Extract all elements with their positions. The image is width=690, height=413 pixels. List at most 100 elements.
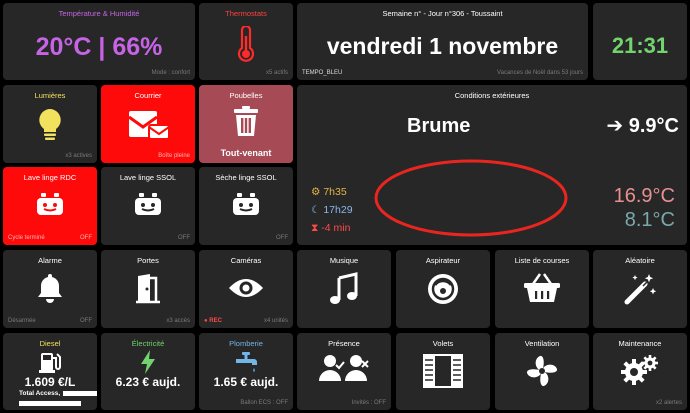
electricity-card[interactable]: Électricité 6.23 € aujd. <box>101 333 195 410</box>
card-title: Conditions extérieures <box>454 91 530 100</box>
card-footer: x5 actifs <box>265 70 288 76</box>
daylight-delta: -4 min <box>321 222 351 234</box>
plumbing-card[interactable]: Plomberie 1.65 € aujd. Ballon ECS : OFF <box>199 333 293 410</box>
temperature-min: 8.1°C <box>624 209 675 231</box>
card-title: Courrier <box>134 91 162 100</box>
card-footer: x3 actives <box>65 153 92 159</box>
shopping-basket-icon <box>524 273 560 302</box>
card-title: Alarme <box>38 256 62 265</box>
card-footer: OFF <box>276 235 288 241</box>
holiday-countdown: Vacances de Noël dans 53 jours <box>497 70 583 76</box>
presence-users-icon <box>319 355 369 381</box>
diesel-price: 1.609 €/L <box>24 375 76 389</box>
mailbox-icon <box>128 111 170 140</box>
mail-card[interactable]: Courrier Boîte pleine <box>101 85 195 163</box>
temperature-humidity-card[interactable]: Température & Humidité 20°C | 66% Mode :… <box>3 3 195 80</box>
tempo-label: TEMPO_BLEU <box>302 70 343 76</box>
card-title: Électricité <box>131 339 165 348</box>
dryer-ssol-card[interactable]: Sèche linge SSOL OFF <box>199 167 293 245</box>
card-footer-status: Cycle terminé <box>8 235 45 241</box>
card-title: Lave linge SSOL <box>119 173 177 182</box>
card-title: Portes <box>137 256 159 265</box>
washer-rdc-card[interactable]: Lave linge RDC Cycle terminé OFF <box>3 167 97 245</box>
alarm-card[interactable]: Alarme Désarmée OFF <box>3 250 97 328</box>
music-note-icon <box>330 272 358 304</box>
card-title: Lumières <box>34 91 66 100</box>
trash-type-label: Tout-venant <box>220 148 272 158</box>
electricity-cost: 6.23 € aujd. <box>115 375 181 389</box>
gears-icon <box>621 355 658 385</box>
card-footer: x2 alertes <box>655 400 682 406</box>
sunrise-row: ⚙ 7h35 <box>311 186 347 198</box>
cameras-card[interactable]: Caméras ● REC x4 unités <box>199 250 293 328</box>
sunset-row: ☾ 17h29 <box>311 204 353 216</box>
card-title: Plomberie <box>229 339 263 348</box>
card-title: Sèche linge SSOL <box>215 173 277 182</box>
current-temperature-group: ➔ 9.9°C <box>606 113 679 138</box>
card-title: Température & Humidité <box>58 9 140 18</box>
card-footer: Boîte pleine <box>158 153 190 159</box>
trash-card[interactable]: Poubelles Tout-venant <box>199 85 293 163</box>
date-card: Semaine n° - Jour n°306 - Toussaint vend… <box>297 3 588 80</box>
vacuum-card[interactable]: Aspirateur <box>396 250 490 328</box>
card-title: Présence <box>328 339 360 348</box>
card-title: Poubelles <box>229 91 263 100</box>
temperature-humidity-value: 20°C | 66% <box>35 33 163 61</box>
diesel-station-name: Total Access, <box>19 390 61 397</box>
card-footer-power: OFF <box>80 318 92 324</box>
magic-wand-icon <box>624 274 657 305</box>
card-title: Caméras <box>230 256 262 265</box>
card-title: Musique <box>329 256 359 265</box>
card-title: Diesel <box>39 339 61 348</box>
diesel-station: Total Access, <box>19 390 97 397</box>
washing-machine-icon <box>135 193 161 215</box>
random-card[interactable]: Aléatoire <box>593 250 687 328</box>
date-subtitle: Semaine n° - Jour n°306 - Toussaint <box>382 9 503 18</box>
ventilation-card[interactable]: Ventilation <box>495 333 589 410</box>
washer-ssol-card[interactable]: Lave linge SSOL OFF <box>101 167 195 245</box>
card-title: Aspirateur <box>425 256 461 265</box>
shopping-list-card[interactable]: Liste de courses <box>495 250 589 328</box>
weather-card[interactable]: Conditions extérieures Brume ➔ 9.9°C ⚙ 7… <box>297 85 687 245</box>
card-title: Volets <box>432 339 454 348</box>
card-title: Liste de courses <box>514 256 570 265</box>
lightning-bolt-icon <box>141 350 155 374</box>
presence-card[interactable]: Présence Invités : OFF <box>297 333 391 410</box>
card-title: Thermostats <box>225 9 267 18</box>
maintenance-card[interactable]: Maintenance x2 alertes <box>593 333 687 410</box>
music-card[interactable]: Musique <box>297 250 391 328</box>
weather-condition: Brume <box>407 115 471 137</box>
hourglass-icon: ⧗ <box>311 222 319 234</box>
card-footer: x3 accès <box>166 318 190 324</box>
moon-icon: ☾ <box>311 204 321 216</box>
shutters-card[interactable]: Volets <box>396 333 490 410</box>
bell-icon <box>38 274 62 303</box>
eye-icon <box>229 279 263 297</box>
redaction-bar-2 <box>19 401 81 406</box>
card-title: Ventilation <box>524 339 560 348</box>
sun-icon: ⚙ <box>311 186 321 198</box>
card-footer: OFF <box>178 235 190 241</box>
record-dot-icon: ● <box>204 318 208 324</box>
thermometer-icon <box>237 26 255 62</box>
diesel-card[interactable]: Diesel 1.609 €/L Total Access, <box>3 333 97 410</box>
date-value: vendredi 1 novembre <box>326 33 559 59</box>
fan-icon <box>526 355 558 387</box>
clock-time: 21:31 <box>611 33 669 58</box>
thermostats-card[interactable]: Thermostats x5 actifs <box>199 3 293 80</box>
wind-arrow-icon: ➔ <box>606 115 624 137</box>
doors-card[interactable]: Portes x3 accès <box>101 250 195 328</box>
card-footer: Ballon ECS : OFF <box>240 400 288 406</box>
sunset-time: 17h29 <box>323 204 353 216</box>
card-title: Lave linge RDC <box>23 173 77 182</box>
redaction-bar <box>63 390 97 396</box>
washing-machine-icon <box>37 193 63 215</box>
temperature-max: 16.9°C <box>613 185 675 207</box>
daylight-row: ⧗ -4 min <box>311 222 350 235</box>
lights-card[interactable]: Lumières x3 actives <box>3 85 97 163</box>
sunrise-time: 7h35 <box>323 186 347 198</box>
card-title: Aléatoire <box>625 256 655 265</box>
current-temperature: 9.9°C <box>628 115 679 137</box>
lightbulb-icon <box>39 109 61 140</box>
robot-vacuum-icon <box>428 274 458 304</box>
